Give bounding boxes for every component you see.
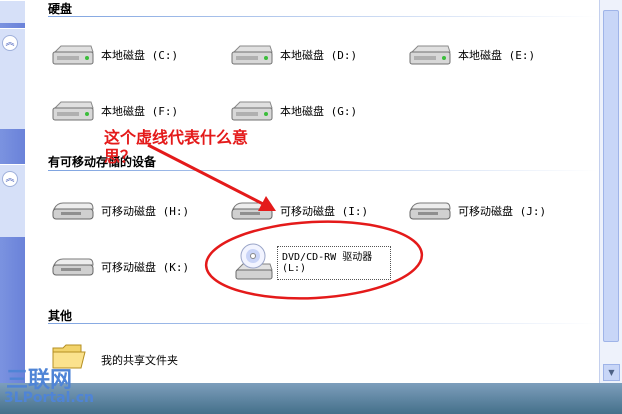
hard-drive-icon (231, 45, 273, 65)
task-pane: ︽ ︽ (0, 0, 25, 414)
drive-label: 可移动磁盘 (I:) (280, 205, 369, 218)
group-title-hard-disks: 硬盘 (48, 2, 73, 16)
task-pane-box-2: ︽ (0, 28, 25, 129)
group-title-other: 其他 (48, 309, 73, 323)
drive-item-l[interactable]: DVD/CD-RW 驱动器 (L:) (230, 240, 400, 284)
drive-label: 本地磁盘 (E:) (458, 49, 536, 62)
removable-drive-icon (52, 202, 94, 220)
drive-label: 本地磁盘 (G:) (280, 105, 358, 118)
hard-drive-icon (52, 45, 94, 65)
drive-list: 硬盘 本地磁盘 (C:) 本地磁盘 (D:) 本地磁盘 (E:) 本地磁盘 (F… (25, 0, 599, 414)
group-divider (48, 170, 598, 171)
scroll-down-icon[interactable]: ▼ (603, 364, 620, 381)
drive-label: 本地磁盘 (F:) (101, 105, 179, 118)
chevron-up-icon[interactable]: ︽ (2, 171, 18, 187)
cd-drive-icon (235, 243, 273, 280)
drive-label: DVD/CD-RW 驱动器 (282, 252, 373, 263)
hard-drive-icon (52, 101, 94, 121)
drive-label: 本地磁盘 (D:) (280, 49, 358, 62)
drive-label: 本地磁盘 (C:) (101, 49, 179, 62)
annotation-text-2: 思？ (104, 147, 137, 166)
drive-label: 可移动磁盘 (K:) (101, 261, 190, 274)
scrollbar-thumb[interactable] (603, 10, 619, 342)
task-pane-box-3: ︽ (0, 164, 25, 237)
drive-label: 可移动磁盘 (H:) (101, 205, 190, 218)
group-divider (48, 323, 598, 324)
folder-label: 我的共享文件夹 (101, 354, 178, 367)
group-title-removable: 有可移动存储的设备 (48, 155, 157, 169)
removable-drive-icon (409, 202, 451, 220)
task-pane-box-1 (0, 0, 25, 23)
drive-label-letter: (L:) (282, 263, 307, 274)
chevron-up-icon[interactable]: ︽ (2, 35, 18, 51)
hard-drive-icon (409, 45, 451, 65)
vertical-scrollbar[interactable]: ▼ (599, 0, 622, 414)
hard-drive-icon (231, 101, 273, 121)
removable-drive-icon (231, 202, 273, 220)
watermark-url: 3LPortal.cn (4, 390, 94, 406)
focus-rectangle: DVD/CD-RW 驱动器 (L:) (277, 246, 391, 280)
group-divider (48, 16, 598, 17)
drive-label: 可移动磁盘 (J:) (458, 205, 547, 218)
removable-drive-icon (52, 258, 94, 276)
